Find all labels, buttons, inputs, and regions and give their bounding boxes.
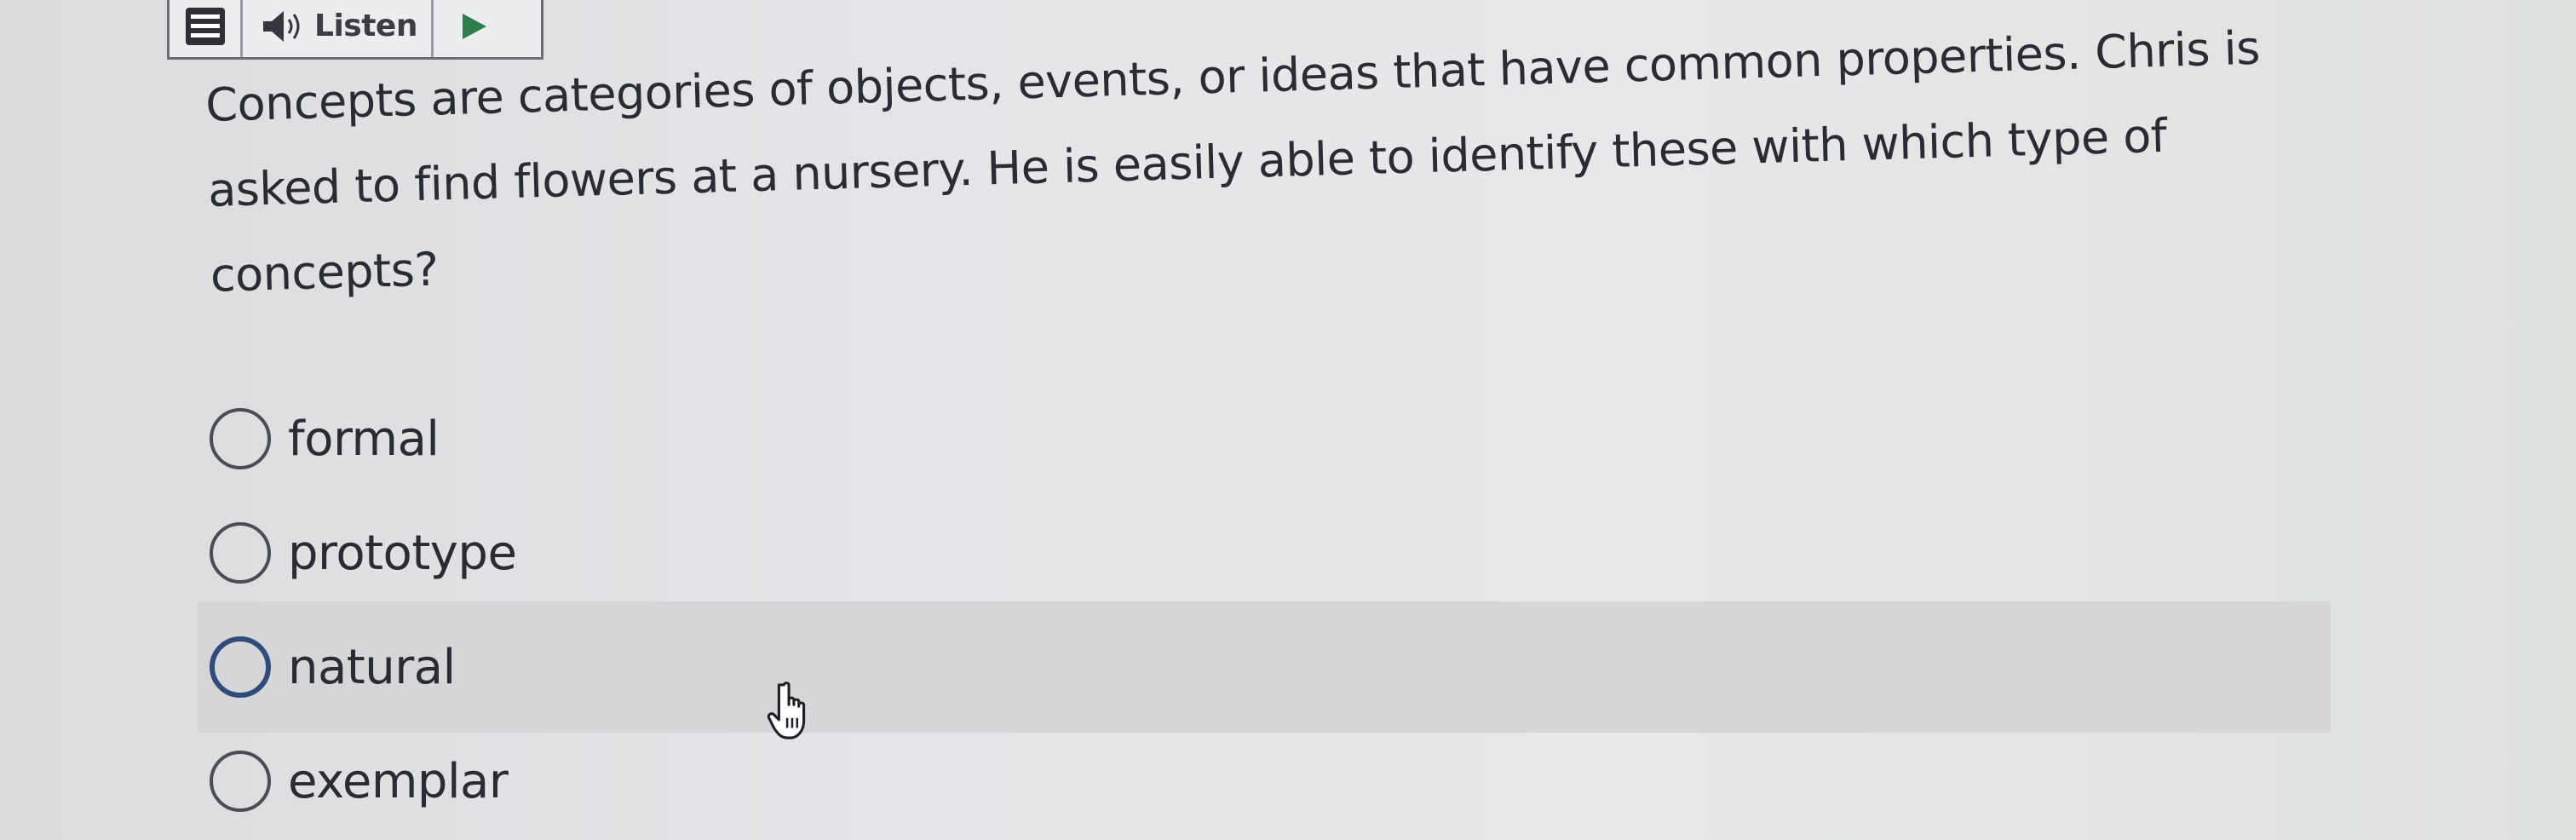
toolbar-menu-button[interactable] [170,0,243,57]
hand-pointer-cursor-icon [767,682,806,739]
option-label: natural [288,639,456,695]
listen-label: Listen [314,9,417,43]
option-natural[interactable]: natural [198,601,2331,733]
radio-button[interactable] [210,408,271,469]
speaker-icon [263,10,300,42]
option-label: exemplar [288,753,509,809]
option-formal[interactable]: formal [198,382,2327,496]
radio-button[interactable] [210,751,271,812]
read-aloud-toolbar: Listen [167,0,543,60]
radio-button[interactable] [210,636,271,698]
radio-button[interactable] [210,522,271,584]
option-label: formal [288,411,440,467]
option-prototype[interactable]: prototype [198,496,2327,610]
listen-button[interactable]: Listen [243,0,434,57]
answer-options: formal prototype natural exemplar [198,382,2331,838]
option-exemplar[interactable]: exemplar [198,724,2327,838]
option-label: prototype [288,525,517,581]
play-icon [462,13,486,39]
play-button[interactable] [434,0,541,57]
hamburger-menu-icon [185,7,225,45]
